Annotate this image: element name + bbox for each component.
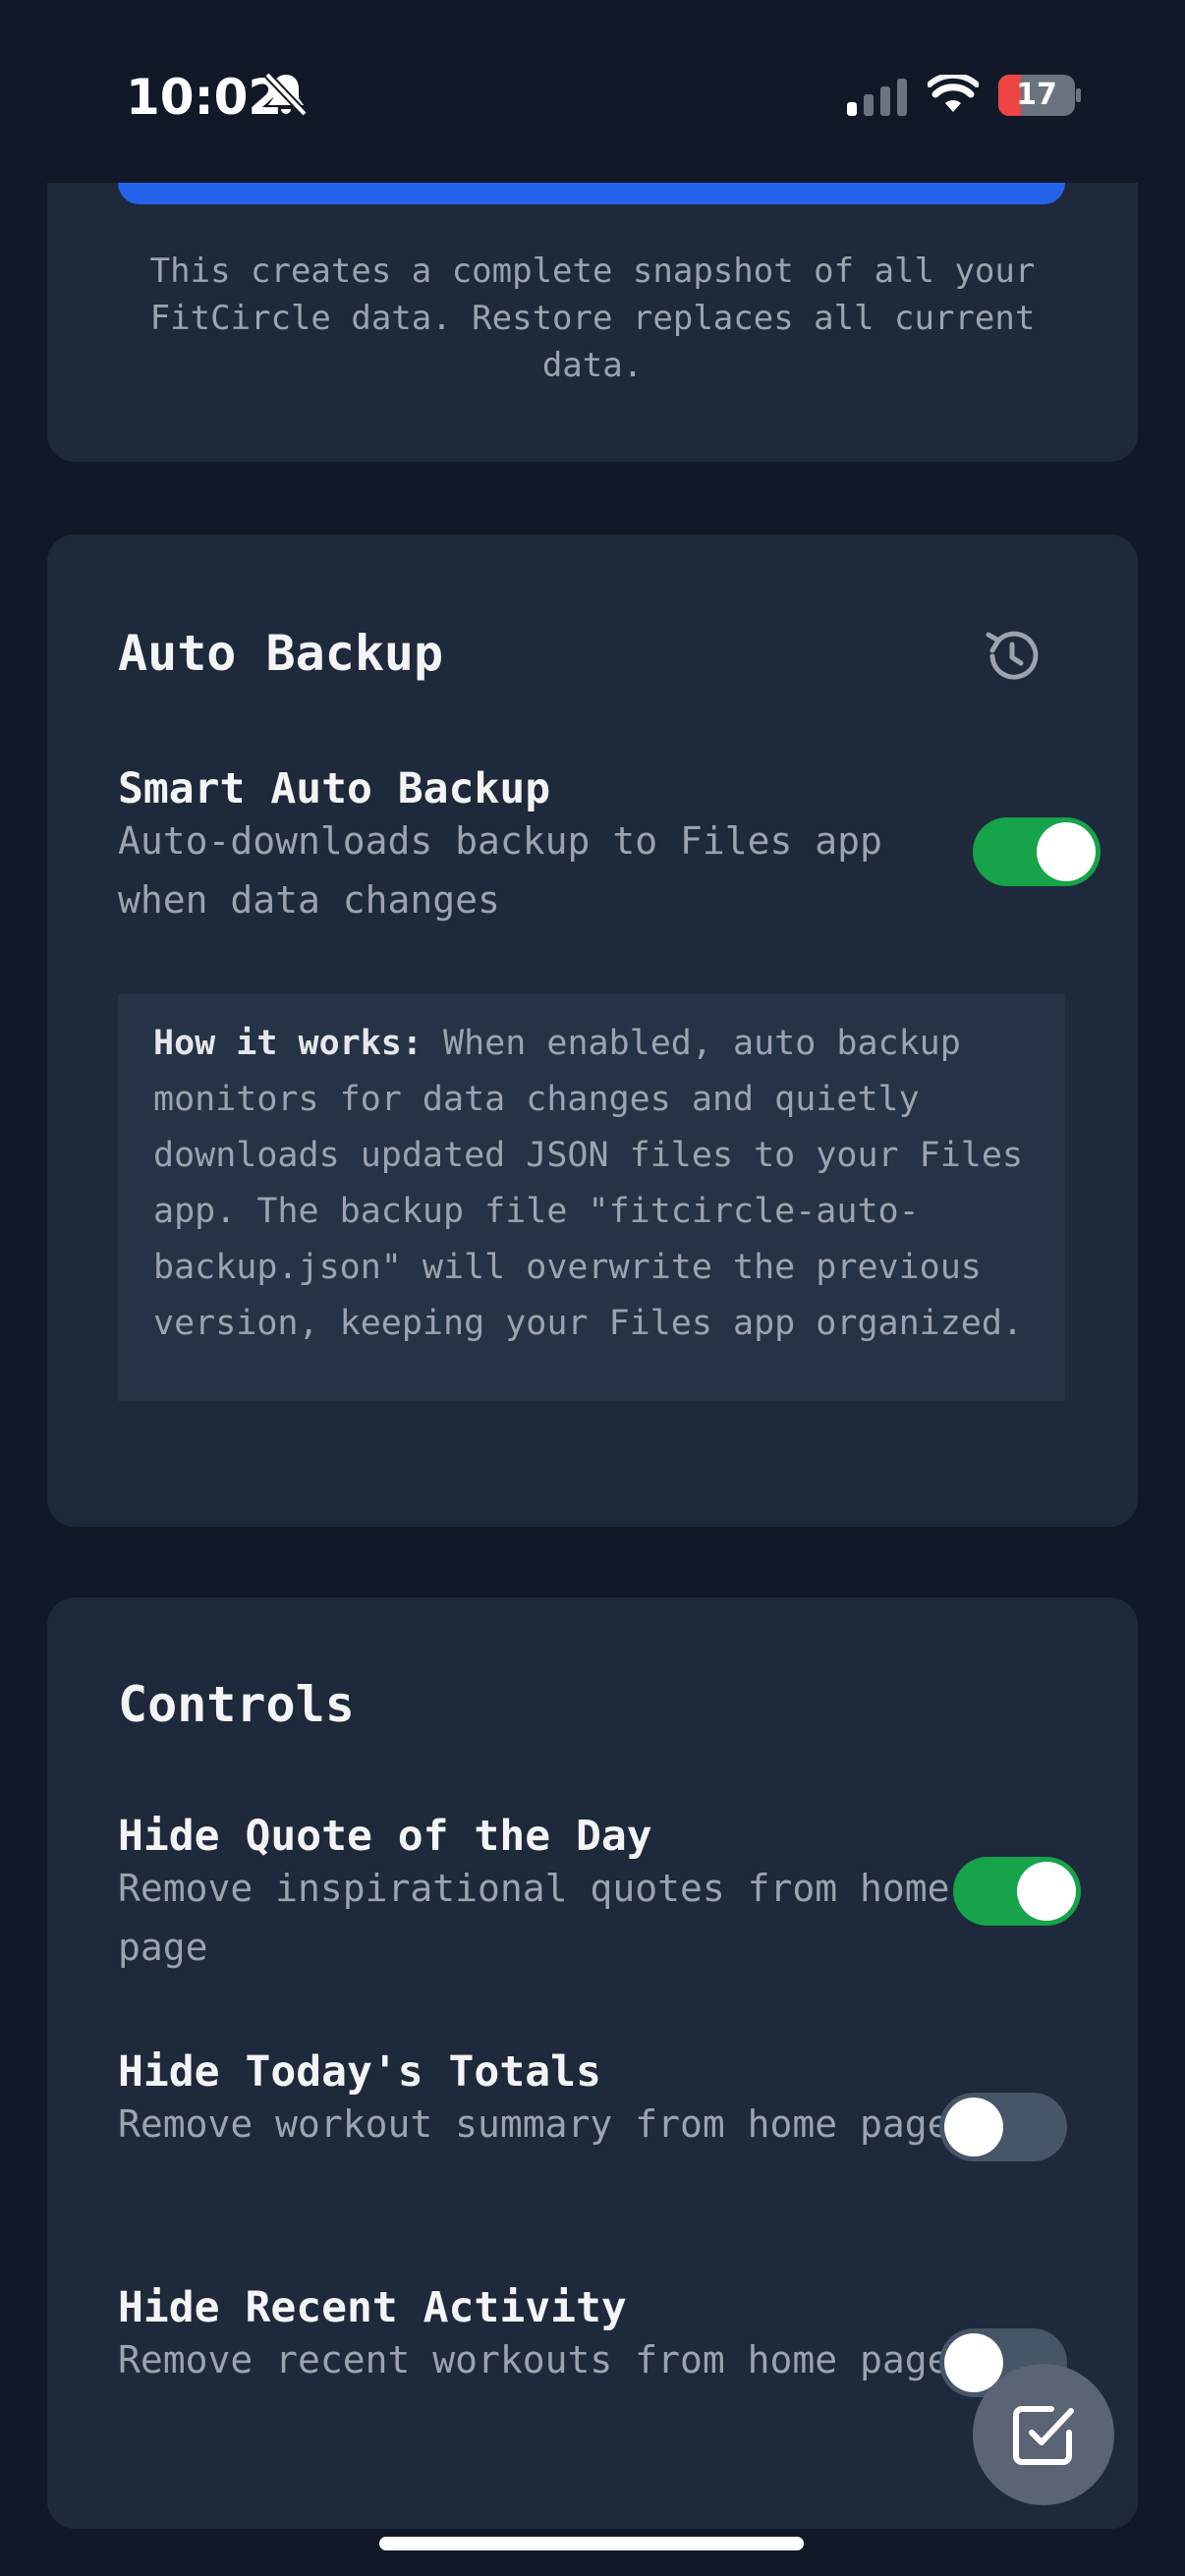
how-it-works-label: How it works:	[153, 1024, 423, 1063]
controls-title: Controls	[118, 1676, 355, 1733]
hide-activity-desc: Remove recent workouts from home page	[118, 2338, 950, 2381]
home-indicator	[379, 2537, 804, 2550]
status-bar: 10:02 17	[0, 0, 1185, 183]
smart-auto-backup-title: Smart Auto Backup	[118, 764, 551, 813]
toggle-knob	[1017, 1862, 1076, 1921]
floating-action-button[interactable]	[973, 2364, 1114, 2505]
controls-card: Controls Hide Quote of the Day Remove in…	[47, 1597, 1138, 2529]
hide-quote-desc: Remove inspirational quotes from home pa…	[118, 1867, 950, 1969]
how-it-works-body: When enabled, auto backup monitors for d…	[153, 1024, 1024, 1343]
snapshot-note: This creates a complete snapshot of all …	[149, 252, 1036, 385]
auto-backup-card: Auto Backup Smart Auto Backup Auto-downl…	[47, 534, 1138, 1527]
wifi-icon	[928, 75, 979, 112]
toggle-knob	[944, 2098, 1003, 2156]
auto-backup-title: Auto Backup	[118, 625, 444, 682]
smart-auto-backup-toggle[interactable]	[973, 817, 1100, 886]
hide-totals-toggle[interactable]	[939, 2093, 1067, 2161]
how-it-works-text: How it works: When enabled, auto backup …	[153, 1016, 1038, 1352]
hide-quote-toggle[interactable]	[953, 1857, 1081, 1926]
smart-auto-backup-desc: Auto-downloads backup to Files app when …	[118, 819, 882, 922]
bell-off-icon	[264, 72, 308, 117]
check-square-icon	[1013, 2406, 1074, 2465]
hide-activity-title: Hide Recent Activity	[118, 2283, 627, 2332]
history-icon	[986, 631, 1039, 680]
backup-button[interactable]	[118, 183, 1065, 204]
toggle-knob	[1037, 822, 1096, 881]
status-time: 10:02	[126, 69, 283, 126]
battery-level: 17	[1016, 78, 1057, 112]
hide-totals-desc: Remove workout summary from home page	[118, 2102, 950, 2146]
signal-icon	[847, 79, 907, 116]
hide-quote-title: Hide Quote of the Day	[118, 1812, 652, 1861]
how-it-works-box: How it works: When enabled, auto backup …	[118, 994, 1065, 1401]
hide-totals-title: Hide Today's Totals	[118, 2047, 601, 2097]
